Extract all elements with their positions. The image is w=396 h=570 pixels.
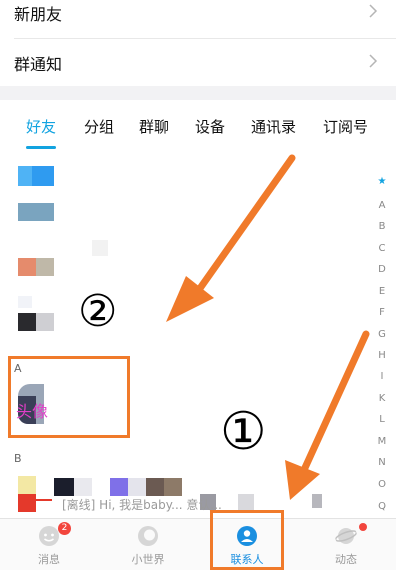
- chat-icon: [39, 526, 59, 546]
- nav-messages[interactable]: 2 消息: [14, 519, 84, 570]
- highlight-box-contacts-tab: [210, 510, 284, 570]
- planet-icon: [335, 528, 357, 544]
- annotation-arrows: [166, 154, 370, 500]
- world-icon: [138, 526, 158, 546]
- unread-badge: 2: [58, 522, 71, 535]
- nav-small-world-label: 小世界: [131, 553, 165, 566]
- nav-small-world[interactable]: 小世界: [113, 519, 183, 570]
- annotation-number-2: ②: [78, 286, 118, 337]
- arrow-to-contacts-tab: [285, 330, 370, 500]
- bottom-nav: 2 消息 小世界 联系人 动态: [0, 518, 396, 570]
- notification-dot: [359, 523, 367, 531]
- nav-moments[interactable]: 动态: [311, 519, 381, 570]
- highlight-box-contact: [8, 356, 130, 438]
- annotation-number-1: ①: [220, 402, 267, 462]
- nav-messages-label: 消息: [38, 553, 60, 566]
- nav-moments-label: 动态: [335, 553, 357, 566]
- arrow-to-contact: [166, 154, 296, 322]
